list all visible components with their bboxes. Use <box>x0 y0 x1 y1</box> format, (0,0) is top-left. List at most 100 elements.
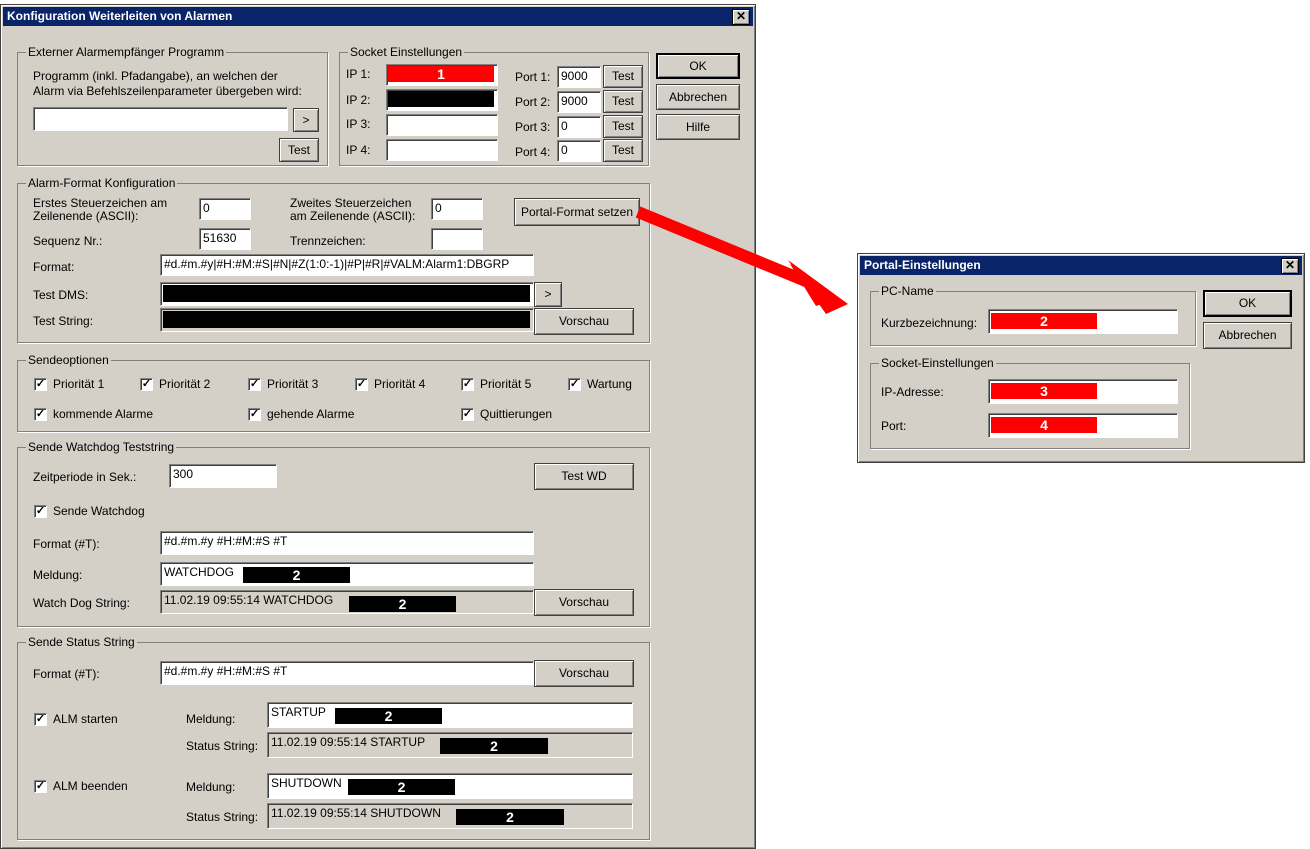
first-ctrl-label-2: Zeilenende (ASCII): <box>33 209 139 223</box>
pc-name-group-title: PC-Name <box>879 284 936 298</box>
stop-message-label: Meldung: <box>186 780 236 794</box>
send-option-label: Priorität 1 <box>53 377 105 391</box>
priority-checkbox-6[interactable]: ✓ <box>568 378 581 391</box>
send-option-label: kommende Alarme <box>53 407 154 421</box>
port4-test-button[interactable]: Test <box>603 139 643 162</box>
ip4-label: IP 4: <box>346 143 371 157</box>
program-path-input[interactable] <box>33 107 288 131</box>
port2-input[interactable]: 9000 <box>557 91 601 113</box>
portal-titlebar[interactable]: Portal-Einstellungen ✕ <box>860 256 1302 275</box>
port3-input[interactable]: 0 <box>557 116 601 138</box>
watchdog-format-input[interactable]: #d.#m.#y #H:#M:#S #T <box>160 531 534 555</box>
watchdog-message-redaction: 2 <box>243 567 350 583</box>
second-ctrl-input[interactable]: 0 <box>431 198 483 220</box>
second-ctrl-label-2: am Zeilenende (ASCII): <box>290 209 416 223</box>
send-option-label: gehende Alarme <box>267 407 355 421</box>
test-dms-browse-button[interactable]: > <box>534 282 562 307</box>
priority-checkbox-5[interactable]: ✓ <box>461 378 474 391</box>
stop-string-text: 11.02.19 09:55:14 SHUTDOWN <box>271 806 441 820</box>
test-dms-redaction <box>163 285 530 302</box>
status-format-input[interactable]: #d.#m.#y #H:#M:#S #T <box>160 661 534 685</box>
priority-checkbox-4[interactable]: ✓ <box>355 378 368 391</box>
alarm-preview-button[interactable]: Vorschau <box>534 308 634 335</box>
watchdog-preview-button[interactable]: Vorschau <box>534 589 634 616</box>
browse-program-button[interactable]: > <box>293 108 319 132</box>
port3-test-button[interactable]: Test <box>603 115 643 138</box>
send-watchdog-label: Sende Watchdog <box>53 504 145 518</box>
priority-checkbox-1[interactable]: ✓ <box>34 378 47 391</box>
send-watchdog-checkbox[interactable]: ✓ <box>34 505 47 518</box>
event-checkbox-1[interactable]: ✓ <box>34 408 47 421</box>
separator-label: Trennzeichen: <box>290 234 366 248</box>
start-message-input[interactable]: STARTUP 2 <box>267 702 633 728</box>
ok-button[interactable]: OK <box>656 53 740 79</box>
short-name-highlight: 2 <box>991 313 1097 329</box>
socket-settings-group: Socket Einstellungen IP 1: 1 Port 1: 900… <box>339 45 649 166</box>
start-string-output: 11.02.19 09:55:14 STARTUP 2 <box>267 732 633 758</box>
watchdog-message-text: WATCHDOG <box>164 565 234 579</box>
port3-label: Port 3: <box>515 120 551 134</box>
ip2-redaction <box>388 91 494 107</box>
priority-checkbox-3[interactable]: ✓ <box>248 378 261 391</box>
ip1-input[interactable]: 1 <box>386 64 498 86</box>
portal-close-icon[interactable]: ✕ <box>1281 258 1299 274</box>
start-string-label: Status String: <box>186 739 259 753</box>
test-string-label: Test String: <box>33 314 94 328</box>
alm-stop-checkbox[interactable]: ✓ <box>34 780 47 793</box>
port2-test-button[interactable]: Test <box>603 90 643 113</box>
stop-string-redaction: 2 <box>456 809 564 825</box>
portal-ok-button[interactable]: OK <box>1203 290 1292 317</box>
port-input[interactable]: 4 <box>988 413 1178 438</box>
ip3-input[interactable] <box>386 114 498 136</box>
cancel-button[interactable]: Abbrechen <box>656 84 740 110</box>
main-titlebar[interactable]: Konfiguration Weiterleiten von Alarmen ✕ <box>3 7 753 26</box>
main-dialog: Konfiguration Weiterleiten von Alarmen ✕… <box>0 4 756 849</box>
watchdog-string-output: 11.02.19 09:55:14 WATCHDOG 2 <box>160 590 534 614</box>
send-option-label: Quittierungen <box>480 407 553 421</box>
test-dms-input[interactable] <box>160 282 534 306</box>
start-message-redaction: 2 <box>335 708 442 724</box>
send-option-label: Priorität 3 <box>267 377 319 391</box>
format-label: Format: <box>33 260 75 274</box>
test-dms-label: Test DMS: <box>33 288 89 302</box>
watchdog-string-label: Watch Dog String: <box>33 596 130 610</box>
watchdog-message-input[interactable]: WATCHDOG 2 <box>160 562 534 586</box>
status-string-group-title: Sende Status String <box>26 635 137 649</box>
ip-address-input[interactable]: 3 <box>988 379 1178 404</box>
watchdog-string-redaction: 2 <box>349 596 456 612</box>
watchdog-period-input[interactable]: 300 <box>169 464 277 488</box>
start-string-redaction: 2 <box>440 738 548 754</box>
help-button[interactable]: Hilfe <box>656 114 740 140</box>
short-name-input[interactable]: 2 <box>988 309 1178 334</box>
send-option-label: Priorität 2 <box>159 377 211 391</box>
watchdog-format-label: Format (#T): <box>33 537 100 551</box>
test-program-button[interactable]: Test <box>279 138 319 162</box>
sequence-input[interactable]: 51630 <box>199 228 251 250</box>
alm-start-label: ALM starten <box>53 712 118 726</box>
stop-message-input[interactable]: SHUTDOWN 2 <box>267 773 633 799</box>
external-program-group: Externer Alarmempfänger Programm Program… <box>17 45 328 166</box>
port-highlight: 4 <box>991 417 1097 433</box>
alarm-format-group: Alarm-Format Konfiguration Erstes Steuer… <box>17 176 650 343</box>
event-checkbox-3[interactable]: ✓ <box>461 408 474 421</box>
status-preview-button[interactable]: Vorschau <box>534 660 634 687</box>
ip4-input[interactable] <box>386 139 498 161</box>
separator-input[interactable] <box>431 228 483 250</box>
first-ctrl-label-1: Erstes Steuerzeichen am <box>33 196 168 210</box>
event-checkbox-2[interactable]: ✓ <box>248 408 261 421</box>
send-option-label: Priorität 4 <box>374 377 426 391</box>
test-wd-button[interactable]: Test WD <box>534 463 634 490</box>
portal-format-button[interactable]: Portal-Format setzen <box>514 198 640 226</box>
close-icon[interactable]: ✕ <box>732 9 750 25</box>
alm-start-checkbox[interactable]: ✓ <box>34 713 47 726</box>
format-input[interactable]: #d.#m.#y|#H:#M:#S|#N|#Z(1:0:-1)|#P|#R|#V… <box>160 254 534 276</box>
port1-label: Port 1: <box>515 70 551 84</box>
priority-checkbox-2[interactable]: ✓ <box>140 378 153 391</box>
first-ctrl-input[interactable]: 0 <box>199 198 251 220</box>
port4-input[interactable]: 0 <box>557 140 601 162</box>
ip2-input[interactable] <box>386 89 498 111</box>
red-arrow-annotation <box>635 206 848 314</box>
port1-test-button[interactable]: Test <box>603 65 643 88</box>
portal-cancel-button[interactable]: Abbrechen <box>1203 322 1292 349</box>
port1-input[interactable]: 9000 <box>557 66 601 88</box>
